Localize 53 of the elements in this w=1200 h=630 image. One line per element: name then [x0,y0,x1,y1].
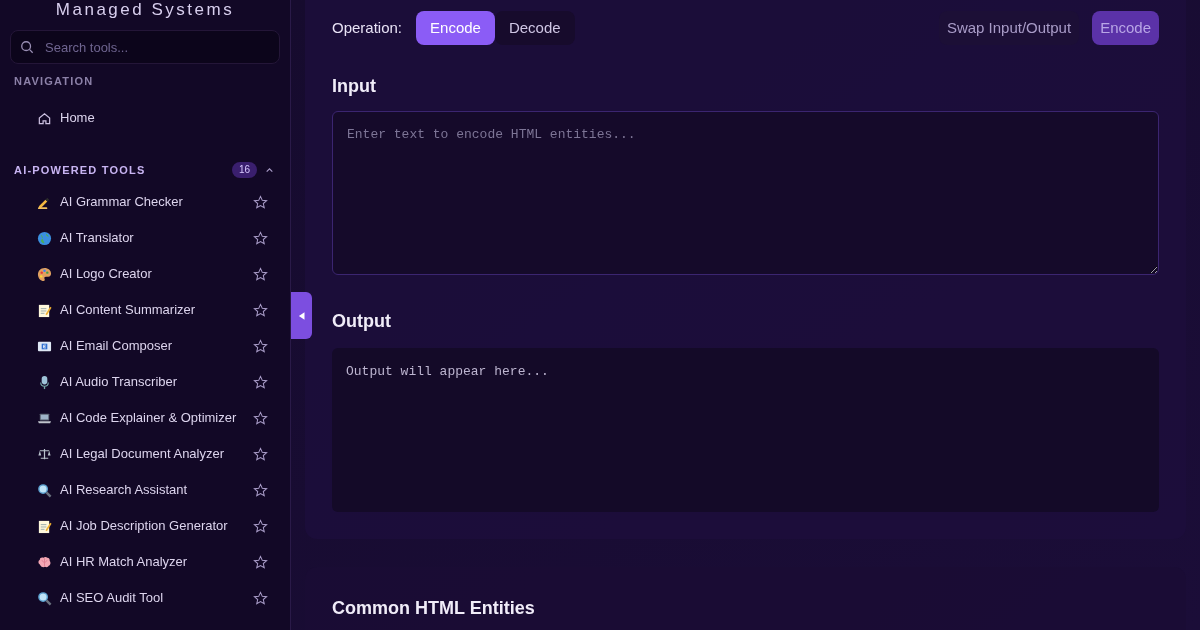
section-heading: Common HTML Entities [332,597,536,620]
microphone-icon [37,374,52,390]
sidebar-item[interactable]: AI Translator [10,220,280,256]
brand-name: Managed Systems [54,0,236,21]
operation-tab[interactable]: Decode [494,11,575,45]
search-icon [20,40,34,54]
star-icon[interactable] [253,410,268,426]
star-icon[interactable] [253,590,268,606]
section-heading: AI-POWERED TOOLS [14,162,146,178]
star-icon[interactable] [253,194,268,210]
star-icon[interactable] [253,266,268,282]
memo-icon [37,302,52,318]
count-badge: 16 [231,162,257,178]
sidebar-item[interactable]: AI Content Summarizer [10,292,280,328]
sidebar-item[interactable]: AI Code Explainer & Optimizer [10,400,280,436]
star-icon[interactable] [253,482,268,498]
globe-icon [37,230,52,246]
star-icon[interactable] [253,338,268,354]
sidebar-item[interactable]: AI Job Description Generator [10,508,280,544]
search-field[interactable]: Search tools... [10,30,280,64]
section-heading: Input [332,75,377,97]
sidebar-item[interactable]: AI Research Assistant [10,472,280,508]
star-icon[interactable] [253,374,268,390]
sidebar-item[interactable]: AI Audio Transcriber [10,364,280,400]
balance-scale-icon [37,446,52,462]
output-box: Output will appear here... [332,348,1159,512]
star-icon[interactable] [253,446,268,462]
magnifier-icon [37,590,52,606]
sidebar-item[interactable]: Home [10,100,280,136]
sidebar-item[interactable]: AI Email Composer [10,328,280,364]
encode-button[interactable]: Encode [1092,11,1159,45]
collapse-tab[interactable] [291,292,312,339]
section-heading: Output [332,310,392,332]
sidebar-item[interactable]: AI Logo Creator [10,256,280,292]
star-icon[interactable] [253,230,268,246]
sidebar-item[interactable]: AI HR Match Analyzer [10,544,280,580]
memo-icon [37,518,52,534]
input-field[interactable]: Enter text to encode HTML entities... [332,111,1159,275]
sidebar-item[interactable]: AI Legal Document Analyzer [10,436,280,472]
star-icon[interactable] [253,302,268,318]
chevron-up-icon[interactable] [265,165,274,175]
section-heading: NAVIGATION [14,73,94,89]
brain-icon [37,554,52,570]
sidebar-item[interactable]: AI Grammar Checker [10,184,280,220]
magnifier-icon [37,482,52,498]
swap-button[interactable]: Swap Input/Output [938,11,1080,45]
operation-tab[interactable]: Encode [416,11,495,45]
palette-icon [37,266,52,282]
sidebar-item[interactable]: AI SEO Audit Tool [10,580,280,616]
star-icon[interactable] [253,518,268,534]
star-icon[interactable] [253,554,268,570]
operation-label: Operation: [332,17,403,38]
home-icon [37,110,52,126]
